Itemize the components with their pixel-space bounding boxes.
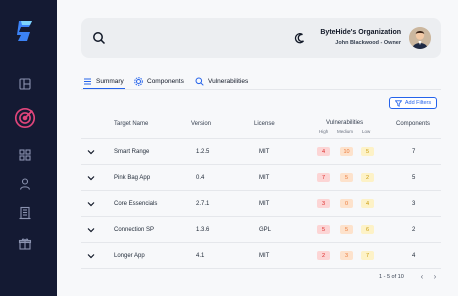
- version-value: 0.4: [196, 175, 205, 181]
- table-row[interactable]: Longer App 4.1 MIT 2 3 7 4: [81, 243, 441, 269]
- components-count: 4: [412, 253, 416, 259]
- top-bar: ByteHide's Organization John Blackwood -…: [81, 18, 441, 58]
- add-filters-label: Add Filters: [404, 100, 432, 106]
- organization-name[interactable]: ByteHide's Organization: [320, 29, 401, 36]
- target-name: Longer App: [114, 253, 145, 259]
- magnifier-bug-icon: [195, 77, 204, 86]
- vuln-medium-badge: 0: [340, 199, 353, 208]
- table-row[interactable]: Smart Range 1.2.5 MIT 4 10 5 7: [81, 139, 441, 165]
- license-value: MIT: [259, 253, 270, 259]
- components-count: 5: [412, 175, 416, 181]
- tab-vulnerabilities-label: Vulnerabilities: [208, 77, 249, 85]
- main-content: ByteHide's Organization John Blackwood -…: [57, 0, 458, 296]
- vuln-low-badge: 2: [361, 173, 374, 182]
- vuln-low-badge: 7: [361, 251, 374, 260]
- prev-page-button[interactable]: ‹: [418, 272, 426, 282]
- target-name: Smart Range: [114, 149, 150, 155]
- vuln-medium-badge: 5: [340, 173, 353, 182]
- active-tab-indicator: [83, 87, 125, 89]
- add-filters-button[interactable]: Add Filters: [389, 97, 437, 109]
- chevron-down-icon[interactable]: [87, 201, 95, 207]
- target-name: Core Essencials: [114, 201, 158, 207]
- col-components[interactable]: Components: [396, 121, 430, 127]
- nav-security-target-icon[interactable]: [12, 105, 38, 131]
- vuln-low-badge: 6: [361, 225, 374, 234]
- logo-icon[interactable]: [16, 20, 34, 42]
- vuln-low-badge: 5: [361, 147, 374, 156]
- table-row[interactable]: Core Essencials 2.7.1 MIT 3 0 4 3: [81, 191, 441, 217]
- version-value: 2.7.1: [196, 201, 210, 207]
- tab-summary-label: Summary: [96, 77, 124, 85]
- chevron-down-icon[interactable]: [87, 149, 95, 155]
- license-value: MIT: [259, 175, 270, 181]
- tab-vulnerabilities[interactable]: Vulnerabilities: [195, 74, 248, 88]
- table-row[interactable]: Pink Bag App 0.4 MIT 7 5 2 5: [81, 165, 441, 191]
- col-vulnerabilities[interactable]: Vulnerabilities: [326, 120, 363, 126]
- tab-components-label: Components: [147, 77, 184, 85]
- sidebar: [0, 0, 57, 296]
- user-name-role: John Blackwood - Owner: [335, 40, 401, 46]
- table-row[interactable]: Connection SP 1.3.6 GPL 5 5 6 2: [81, 217, 441, 243]
- nav-building-icon[interactable]: [18, 206, 32, 220]
- vuln-medium-badge: 3: [340, 251, 353, 260]
- license-value: MIT: [259, 149, 270, 155]
- pagination-range: 1 - 5 of 10: [379, 274, 404, 280]
- theme-toggle-icon[interactable]: [294, 32, 306, 44]
- next-page-button[interactable]: ›: [431, 272, 439, 282]
- version-value: 1.2.5: [196, 149, 210, 155]
- license-value: MIT: [259, 201, 270, 207]
- vuln-high-badge: 5: [317, 225, 330, 234]
- vuln-high-badge: 4: [317, 147, 330, 156]
- filter-icon: [394, 99, 402, 107]
- nav-user-icon[interactable]: [18, 177, 32, 191]
- vuln-low-badge: 4: [361, 199, 374, 208]
- vuln-medium-badge: 5: [340, 225, 353, 234]
- license-value: GPL: [259, 227, 272, 233]
- col-vuln-medium: Medium: [337, 129, 354, 134]
- col-target-name[interactable]: Target Name: [114, 121, 148, 127]
- avatar[interactable]: [409, 27, 431, 49]
- tab-summary[interactable]: Summary: [83, 74, 125, 89]
- vuln-medium-badge: 10: [340, 147, 353, 156]
- components-count: 2: [412, 227, 416, 233]
- nav-dashboard-icon[interactable]: [18, 77, 32, 91]
- components-count: 7: [412, 149, 416, 155]
- tab-components[interactable]: Components: [134, 74, 184, 88]
- components-count: 3: [412, 201, 416, 207]
- nav-gift-icon[interactable]: [18, 237, 32, 251]
- list-icon: [84, 78, 91, 84]
- col-vuln-high: High: [319, 129, 329, 134]
- col-license[interactable]: License: [254, 121, 275, 127]
- chevron-down-icon[interactable]: [87, 175, 95, 181]
- vuln-high-badge: 2: [317, 251, 330, 260]
- vuln-high-badge: 7: [317, 173, 330, 182]
- target-name: Pink Bag App: [114, 175, 151, 181]
- target-name: Connection SP: [114, 227, 155, 233]
- vuln-high-badge: 3: [317, 199, 330, 208]
- components-gear-icon: [134, 76, 143, 86]
- chevron-down-icon[interactable]: [87, 253, 95, 259]
- nav-grid-icon[interactable]: [18, 148, 32, 162]
- col-version[interactable]: Version: [191, 121, 211, 127]
- version-value: 1.3.6: [196, 227, 210, 233]
- version-value: 4.1: [196, 253, 205, 259]
- col-vuln-low: Low: [362, 129, 371, 134]
- tab-bar: Summary Components Vulnerabilities: [81, 72, 441, 90]
- chevron-down-icon[interactable]: [87, 227, 95, 233]
- search-icon[interactable]: [92, 31, 106, 45]
